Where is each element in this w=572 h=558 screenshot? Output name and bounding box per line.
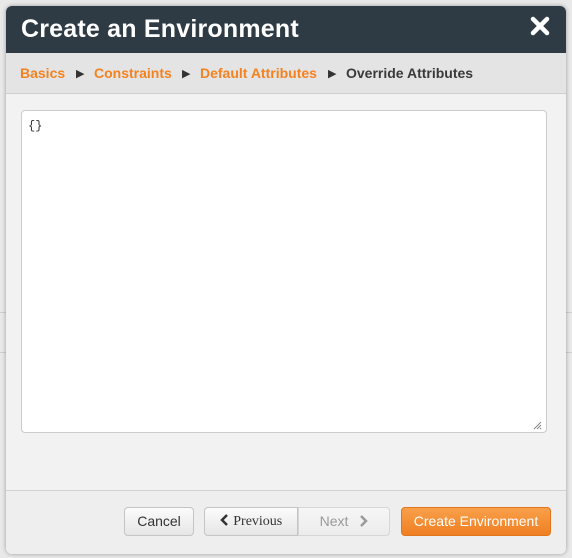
close-icon bbox=[530, 16, 550, 36]
triangle-right-icon: ▶ bbox=[328, 68, 337, 80]
triangle-right-icon: ▶ bbox=[182, 68, 191, 80]
chevron-right-icon bbox=[360, 514, 369, 527]
next-button[interactable]: Next bbox=[298, 507, 390, 536]
create-environment-modal: Create an Environment Basics ▶ Constrain… bbox=[6, 6, 566, 554]
breadcrumb-override-attributes: Override Attributes bbox=[346, 65, 474, 81]
next-button-label: Next bbox=[319, 513, 349, 529]
create-environment-button[interactable]: Create Environment bbox=[401, 507, 551, 536]
cancel-button[interactable]: Cancel bbox=[124, 507, 194, 536]
breadcrumb-constraints[interactable]: Constraints bbox=[94, 65, 172, 81]
override-attributes-editor[interactable] bbox=[21, 110, 547, 433]
breadcrumb-basics[interactable]: Basics bbox=[20, 65, 65, 81]
resize-grip-icon[interactable] bbox=[532, 420, 542, 430]
previous-button-label: Previous bbox=[233, 514, 283, 529]
previous-button[interactable]: Previous bbox=[204, 507, 298, 536]
triangle-right-icon: ▶ bbox=[76, 68, 85, 80]
modal-title: Create an Environment bbox=[21, 15, 299, 43]
breadcrumb-default-attributes[interactable]: Default Attributes bbox=[200, 65, 317, 81]
breadcrumb: Basics ▶ Constraints ▶ Default Attribute… bbox=[6, 53, 566, 94]
modal-footer: Cancel Previous Next Create Environment bbox=[6, 490, 566, 554]
close-button[interactable] bbox=[528, 14, 552, 38]
modal-header: Create an Environment bbox=[6, 6, 566, 53]
chevron-left-icon bbox=[219, 514, 228, 527]
